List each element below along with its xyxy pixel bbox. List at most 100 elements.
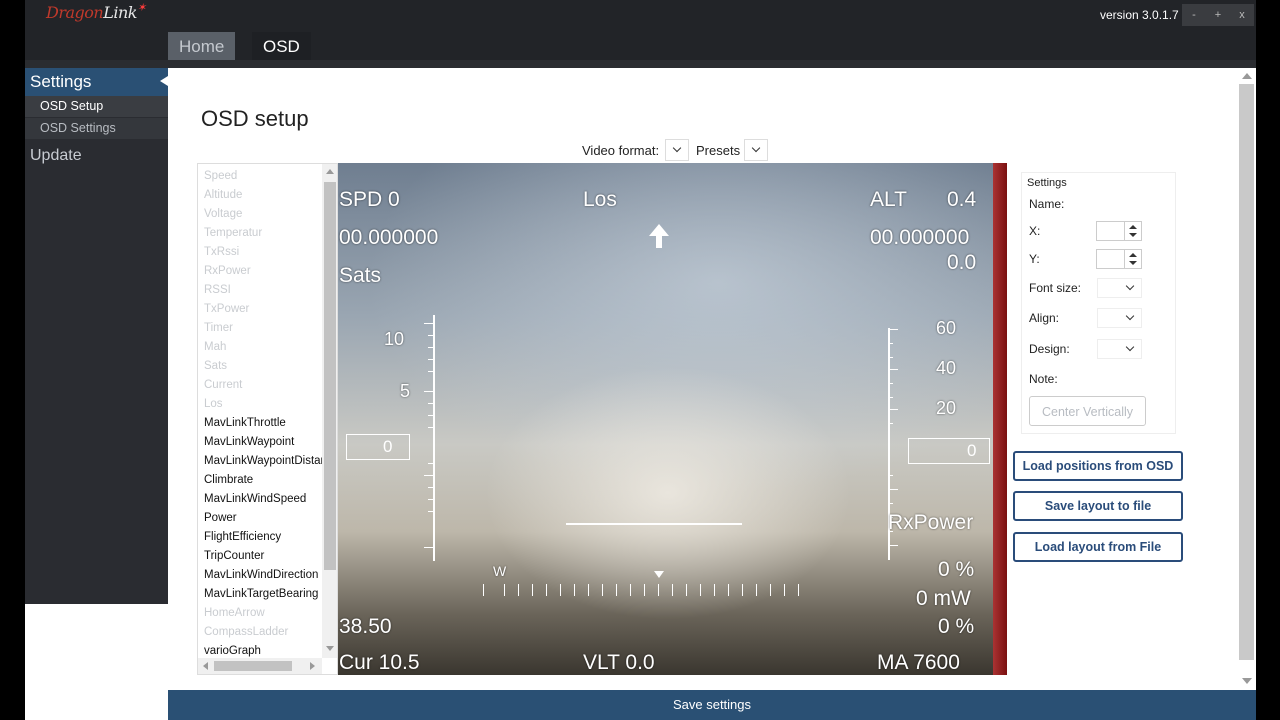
list-item[interactable]: RxPower xyxy=(204,265,251,277)
osd-preview[interactable]: SPD 0 Los ALT 0.4 00.000000 00.000000 0.… xyxy=(338,163,1007,675)
list-item[interactable]: varioGraph xyxy=(204,645,261,657)
list-item[interactable]: Climbrate xyxy=(204,474,253,486)
list-item[interactable]: Mah xyxy=(204,341,226,353)
scroll-up-icon[interactable] xyxy=(1242,73,1252,79)
ladder-tick xyxy=(428,403,433,404)
osd-alt-value[interactable]: 0.4 xyxy=(947,188,976,212)
osd-coord-right[interactable]: 00.000000 xyxy=(870,226,969,250)
video-format-select[interactable] xyxy=(665,139,689,161)
video-format-label: Video format: xyxy=(582,143,660,158)
tab-osd[interactable]: OSD xyxy=(252,32,311,60)
list-item[interactable]: TxPower xyxy=(204,303,249,315)
maximize-button[interactable]: + xyxy=(1206,4,1230,26)
sidebar-item-update[interactable]: Update xyxy=(30,147,82,165)
osd-element-list[interactable]: Speed Altitude Voltage Temperatur TxRssi… xyxy=(197,163,338,675)
x-spinner[interactable] xyxy=(1096,221,1142,241)
increment-icon[interactable] xyxy=(1129,225,1137,229)
list-item[interactable]: Sats xyxy=(204,360,227,372)
scroll-thumb[interactable] xyxy=(324,182,336,570)
list-item[interactable]: MavLinkWindDirection xyxy=(204,569,318,581)
osd-los[interactable]: Los xyxy=(583,188,617,212)
list-item[interactable]: Current xyxy=(204,379,242,391)
presets-select[interactable] xyxy=(744,139,768,161)
list-item[interactable]: Power xyxy=(204,512,237,524)
scroll-thumb[interactable] xyxy=(214,661,292,671)
sidebar-item-osd-setup[interactable]: OSD Setup xyxy=(25,96,168,117)
scroll-up-icon[interactable] xyxy=(326,169,334,174)
design-label: Design: xyxy=(1029,342,1070,356)
center-vertically-button[interactable]: Center Vertically xyxy=(1029,396,1146,426)
osd-sats[interactable]: Sats xyxy=(339,264,381,288)
osd-alt-label[interactable]: ALT xyxy=(870,188,907,212)
list-item[interactable]: Los xyxy=(204,398,223,410)
list-item[interactable]: RSSI xyxy=(204,284,231,296)
sidebar-section-settings[interactable]: Settings xyxy=(25,68,168,96)
increment-icon[interactable] xyxy=(1129,253,1137,257)
osd-rxpower[interactable]: RxPower xyxy=(888,511,973,535)
list-item[interactable]: MavLinkTargetBearing xyxy=(204,588,318,600)
page-scrollbar[interactable] xyxy=(1238,68,1256,690)
scroll-down-icon[interactable] xyxy=(326,646,334,651)
list-item[interactable]: Voltage xyxy=(204,208,242,220)
tab-strip xyxy=(25,60,1256,68)
save-layout-button[interactable]: Save layout to file xyxy=(1013,491,1183,521)
close-button[interactable]: x xyxy=(1230,4,1254,26)
list-item[interactable]: Speed xyxy=(204,170,237,182)
compass-tick xyxy=(658,584,659,596)
decrement-icon[interactable] xyxy=(1129,233,1137,237)
list-item[interactable]: CompassLadder xyxy=(204,626,288,638)
osd-speed[interactable]: SPD 0 xyxy=(339,188,400,212)
list-item[interactable]: MavLinkThrottle xyxy=(204,417,286,429)
osd-percent-1[interactable]: 0 % xyxy=(938,558,974,582)
ladder-label: 5 xyxy=(400,381,411,401)
align-select[interactable] xyxy=(1097,308,1142,328)
osd-current[interactable]: Cur 10.5 xyxy=(339,651,420,675)
osd-mah[interactable]: MA 7600 xyxy=(877,651,960,675)
list-item[interactable]: Timer xyxy=(204,322,233,334)
sidebar-item-osd-settings[interactable]: OSD Settings xyxy=(25,118,168,139)
tab-home[interactable]: Home xyxy=(168,32,236,60)
osd-bottom-left-value[interactable]: 38.50 xyxy=(339,615,392,639)
altitude-indicator-box[interactable]: 0 xyxy=(908,438,990,464)
osd-coord-left[interactable]: 00.000000 xyxy=(339,226,438,250)
name-label: Name: xyxy=(1029,197,1065,211)
scroll-left-icon[interactable] xyxy=(203,662,208,670)
list-item[interactable]: HomeArrow xyxy=(204,607,265,619)
decrement-icon[interactable] xyxy=(1129,261,1137,265)
list-horizontal-scrollbar[interactable] xyxy=(198,658,322,674)
scroll-down-icon[interactable] xyxy=(1242,678,1252,684)
minimize-button[interactable]: - xyxy=(1182,4,1206,26)
save-settings-button[interactable]: Save settings xyxy=(168,690,1256,720)
list-item[interactable]: TripCounter xyxy=(204,550,264,562)
y-spinner[interactable] xyxy=(1096,249,1142,269)
font-size-select[interactable] xyxy=(1097,278,1142,298)
list-item[interactable]: FlightEfficiency xyxy=(204,531,281,543)
list-item[interactable]: Altitude xyxy=(204,189,242,201)
osd-voltage[interactable]: VLT 0.0 xyxy=(583,651,655,675)
list-item[interactable]: Temperatur xyxy=(204,227,262,239)
scroll-thumb[interactable] xyxy=(1239,84,1254,660)
ladder-tick xyxy=(428,347,433,348)
speed-indicator-box[interactable]: 0 xyxy=(346,434,410,460)
home-arrow-icon[interactable] xyxy=(648,223,670,249)
list-item[interactable]: MavLinkWindSpeed xyxy=(204,493,306,505)
load-layout-button[interactable]: Load layout from File xyxy=(1013,532,1183,562)
ladder-tick xyxy=(888,343,893,344)
osd-right-value[interactable]: 0.0 xyxy=(947,251,976,275)
compass-tick xyxy=(728,584,729,596)
design-select[interactable] xyxy=(1097,339,1142,359)
list-item[interactable]: MavLinkWaypointDistar xyxy=(204,455,324,467)
list-item[interactable]: TxRssi xyxy=(204,246,239,258)
sidebar: Settings OSD Setup OSD Settings Update xyxy=(25,68,168,604)
list-vertical-scrollbar[interactable] xyxy=(322,164,337,658)
altitude-indicator-value: 0 xyxy=(967,441,977,460)
ladder-tick xyxy=(424,323,433,324)
osd-percent-2[interactable]: 0 % xyxy=(938,615,974,639)
note-label: Note: xyxy=(1029,372,1058,386)
load-positions-button[interactable]: Load positions from OSD xyxy=(1013,451,1183,481)
osd-power-mw[interactable]: 0 mW xyxy=(916,587,971,611)
compass-tick xyxy=(700,584,701,596)
scroll-right-icon[interactable] xyxy=(310,662,315,670)
compass-tick xyxy=(756,584,757,596)
list-item[interactable]: MavLinkWaypoint xyxy=(204,436,294,448)
